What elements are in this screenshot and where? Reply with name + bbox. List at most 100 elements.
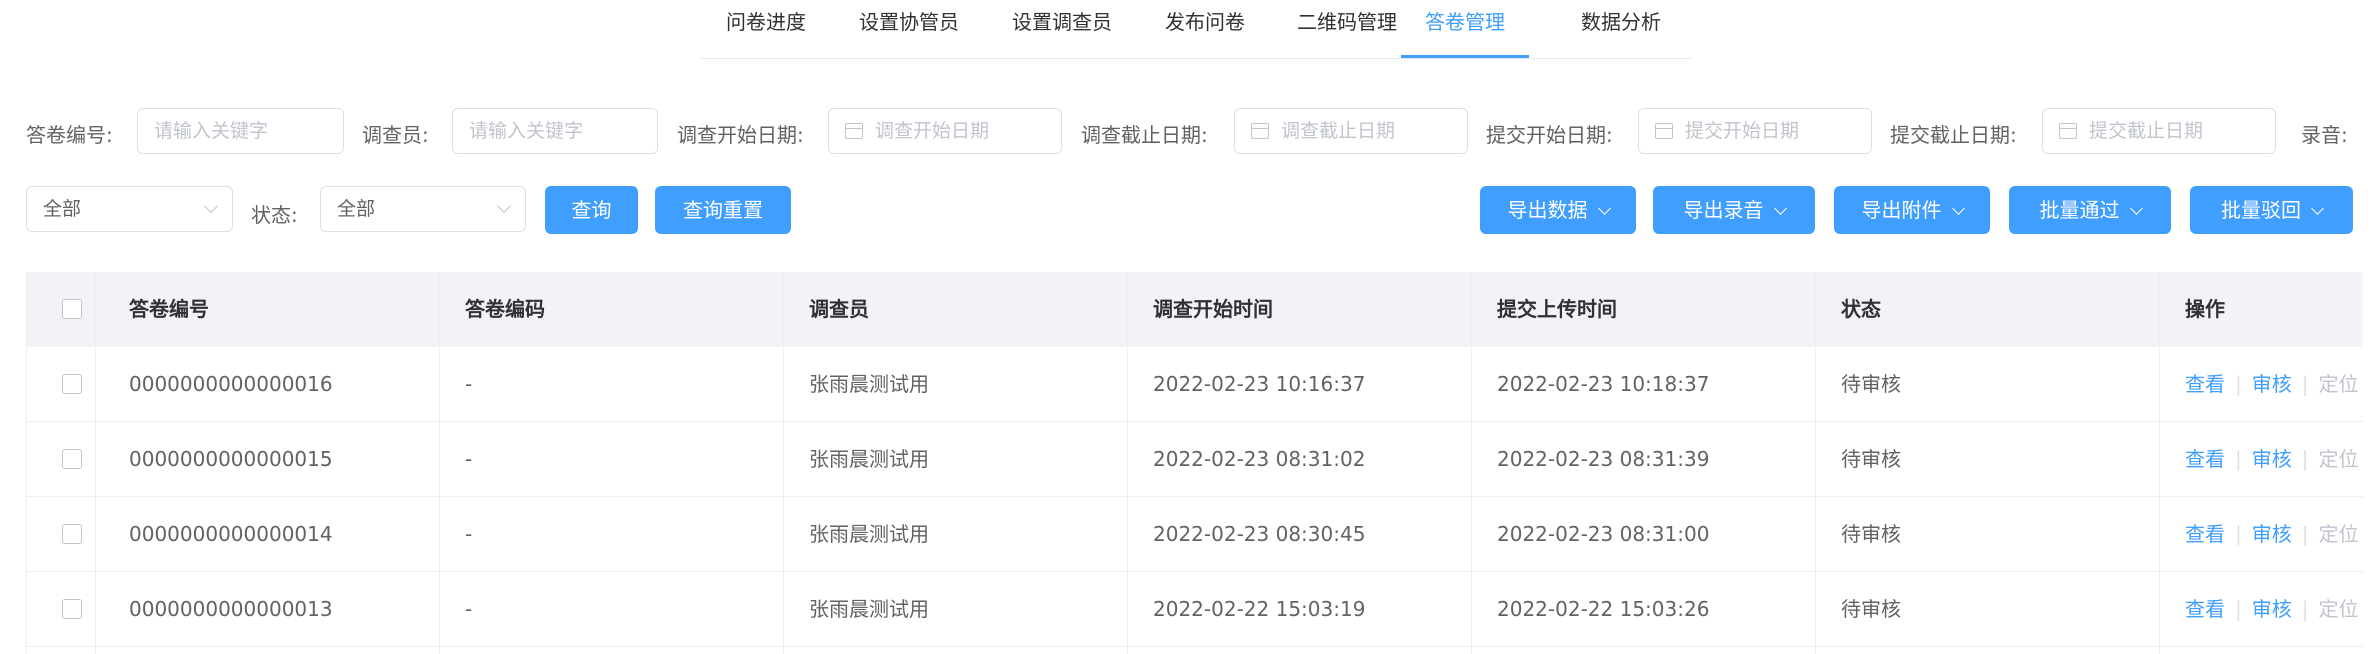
- review-link[interactable]: 审核: [2252, 447, 2292, 471]
- review-link[interactable]: 审核: [2252, 597, 2292, 621]
- view-link[interactable]: 查看: [2185, 447, 2225, 471]
- tab-bar: 问卷进度 设置协管员 设置调查员 发布问卷 二维码管理 答卷管理 数据分析: [701, 0, 1691, 59]
- select-all-checkbox[interactable]: [62, 299, 82, 319]
- row-checkbox[interactable]: [62, 449, 82, 469]
- survey-end-placeholder: 调查截止日期: [1281, 120, 1396, 142]
- header-submit-time: 提交上传时间: [1497, 297, 1617, 321]
- chevron-down-icon: [203, 198, 219, 214]
- cell-answer-code: -: [465, 447, 473, 471]
- batch-approve-button[interactable]: 批量通过: [2009, 186, 2171, 234]
- header-start-time: 调查开始时间: [1153, 297, 1273, 321]
- locate-link: 定位: [2318, 372, 2359, 396]
- action-separator: |: [2301, 522, 2309, 546]
- cell-answer-no: 0000000000000014: [129, 522, 333, 546]
- chevron-down-icon: [2129, 202, 2143, 215]
- cell-answer-code: -: [465, 597, 473, 621]
- table-row: 0000000000000016 - 张雨晨测试用 2022-02-23 10:…: [27, 347, 2363, 422]
- cell-surveyor: 张雨晨测试用: [809, 522, 929, 546]
- surveyor-label: 调查员:: [362, 123, 429, 147]
- row-checkbox[interactable]: [62, 599, 82, 619]
- survey-start-date-picker[interactable]: 调查开始日期: [828, 108, 1062, 154]
- cell-submit-time: 2022-02-23 08:31:00: [1497, 522, 1710, 546]
- survey-end-date-picker[interactable]: 调查截止日期: [1234, 108, 1468, 154]
- cell-status: 待审核: [1841, 372, 1901, 396]
- action-separator: |: [2235, 522, 2242, 546]
- locate-link: 定位: [2318, 597, 2359, 621]
- cell-answer-no: 0000000000000015: [129, 447, 333, 471]
- tab-publish[interactable]: 发布问卷: [1165, 0, 1245, 58]
- action-separator: |: [2235, 447, 2242, 471]
- cell-actions: 查看 | 审核 | 定位: [2173, 497, 2359, 572]
- export-data-label: 导出数据: [1507, 198, 1588, 222]
- answer-table: 答卷编号 答卷编码 调查员 调查开始时间 提交上传时间 状态 操作 000000…: [26, 272, 2363, 654]
- surveyor-input[interactable]: 请输入关键字: [452, 108, 658, 154]
- status-select[interactable]: 全部: [320, 186, 526, 232]
- cell-submit-time: 2022-02-22 15:03:26: [1497, 597, 1710, 621]
- cell-status: 待审核: [1841, 597, 1901, 621]
- action-separator: |: [2301, 447, 2309, 471]
- calendar-icon: [1655, 123, 1673, 139]
- export-data-button[interactable]: 导出数据: [1480, 186, 1636, 234]
- cell-surveyor: 张雨晨测试用: [809, 597, 929, 621]
- submit-end-label: 提交截止日期:: [1890, 123, 2017, 147]
- status-label: 状态:: [251, 203, 298, 227]
- row-checkbox[interactable]: [62, 524, 82, 544]
- header-answer-no: 答卷编号: [129, 297, 209, 321]
- answer-no-input[interactable]: 请输入关键字: [137, 108, 344, 154]
- submit-start-date-picker[interactable]: 提交开始日期: [1638, 108, 1872, 154]
- query-button[interactable]: 查询: [545, 186, 638, 234]
- header-status: 状态: [1841, 297, 1881, 321]
- survey-end-label: 调查截止日期:: [1081, 123, 1208, 147]
- export-recording-button[interactable]: 导出录音: [1653, 186, 1815, 234]
- header-answer-code: 答卷编码: [465, 297, 545, 321]
- view-link[interactable]: 查看: [2185, 522, 2225, 546]
- chevron-down-icon: [1951, 202, 1965, 215]
- cell-start-time: 2022-02-23 10:16:37: [1153, 372, 1366, 396]
- batch-reject-button[interactable]: 批量驳回: [2190, 186, 2353, 234]
- cell-start-time: 2022-02-23 08:31:02: [1153, 447, 1366, 471]
- tab-data-analysis[interactable]: 数据分析: [1581, 0, 1661, 58]
- cell-answer-code: -: [465, 522, 473, 546]
- recording-select[interactable]: 全部: [26, 186, 233, 232]
- table-row: 0000000000000015 - 张雨晨测试用 2022-02-23 08:…: [27, 422, 2363, 497]
- submit-end-placeholder: 提交截止日期: [2089, 120, 2204, 142]
- answer-no-label: 答卷编号:: [26, 123, 113, 147]
- header-surveyor: 调查员: [809, 297, 869, 321]
- row-checkbox[interactable]: [62, 374, 82, 394]
- header-actions: 操作: [2185, 297, 2225, 321]
- cell-answer-code: -: [465, 372, 473, 396]
- view-link[interactable]: 查看: [2185, 372, 2225, 396]
- tab-answer-management[interactable]: 答卷管理: [1401, 0, 1529, 58]
- view-link[interactable]: 查看: [2185, 597, 2225, 621]
- cell-actions: 查看 | 审核 | 定位: [2173, 422, 2359, 497]
- query-reset-button[interactable]: 查询重置: [655, 186, 791, 234]
- locate-link: 定位: [2318, 447, 2359, 471]
- submit-end-date-picker[interactable]: 提交截止日期: [2042, 108, 2276, 154]
- submit-start-placeholder: 提交开始日期: [1685, 120, 1800, 142]
- cell-start-time: 2022-02-22 15:03:19: [1153, 597, 1366, 621]
- tab-coadmin[interactable]: 设置协管员: [859, 0, 959, 58]
- calendar-icon: [2059, 123, 2077, 139]
- cell-answer-no: 0000000000000013: [129, 597, 333, 621]
- tab-qrcode[interactable]: 二维码管理: [1297, 0, 1397, 58]
- action-separator: |: [2235, 597, 2242, 621]
- export-attachment-button[interactable]: 导出附件: [1834, 186, 1990, 234]
- cell-status: 待审核: [1841, 522, 1901, 546]
- export-recording-label: 导出录音: [1683, 198, 1764, 222]
- locate-link: 定位: [2318, 522, 2359, 546]
- calendar-icon: [1251, 123, 1269, 139]
- table-row: 0000000000000014 - 张雨晨测试用 2022-02-23 08:…: [27, 497, 2363, 572]
- chevron-down-icon: [1597, 202, 1611, 215]
- chevron-down-icon: [496, 198, 512, 214]
- survey-start-placeholder: 调查开始日期: [875, 120, 990, 142]
- cell-surveyor: 张雨晨测试用: [809, 372, 929, 396]
- cell-actions: 查看 | 审核 | 定位: [2173, 572, 2359, 647]
- tab-surveyor[interactable]: 设置调查员: [1012, 0, 1112, 58]
- cell-answer-no: 0000000000000016: [129, 372, 333, 396]
- tab-progress[interactable]: 问卷进度: [726, 0, 806, 58]
- review-link[interactable]: 审核: [2252, 372, 2292, 396]
- batch-reject-label: 批量驳回: [2221, 198, 2301, 222]
- cell-actions: 查看 | 审核 | 定位: [2173, 347, 2359, 422]
- cell-submit-time: 2022-02-23 10:18:37: [1497, 372, 1710, 396]
- review-link[interactable]: 审核: [2252, 522, 2292, 546]
